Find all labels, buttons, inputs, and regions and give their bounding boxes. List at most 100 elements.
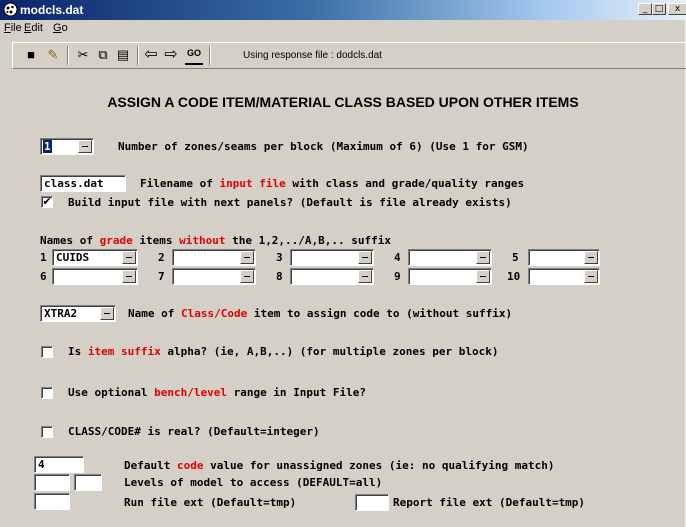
chevron-down-icon[interactable] [122,270,136,283]
default-code-label-pre: Default [124,459,177,472]
input-filename-label: Filename of input file with class and gr… [140,177,524,190]
grade-item-5-number: 5 [512,251,519,264]
grade-item-1-value: CUIDS [56,251,90,264]
page-heading: ASSIGN A CODE ITEM/MATERIAL CLASS BASED … [107,94,579,110]
toolbar: ■ ✎ ✂ ⧉ ▤ ⇦ ⇨ GO Using response file : d… [12,42,686,69]
grade-item-7-number: 7 [158,270,165,283]
chevron-down-icon[interactable] [476,251,490,264]
chevron-down-icon[interactable] [584,251,598,264]
class-item-label: Name of Class/Code item to assign code t… [128,307,512,320]
code-real-label: CLASS/CODE# is real? (Default=integer) [68,425,320,438]
chevron-down-icon[interactable] [476,270,490,283]
suffix-alpha-label-red: item suffix [87,345,161,358]
chevron-down-icon[interactable] [584,270,598,283]
chevron-down-icon[interactable] [78,140,92,153]
class-item-label-red: Class/Code [180,307,248,320]
minimize-icon: _ [642,4,648,14]
application-window: modcls.dat _ □ x File Edit Go ■ ✎ ✂ ⧉ ▤ … [0,0,686,527]
minimize-button[interactable]: _ [638,3,652,15]
grade-item-6-select[interactable] [52,268,138,285]
build-input-label: Build input file with next panels? (Defa… [68,196,512,209]
toolbar-separator [209,46,211,65]
input-filename-label-red: input file [219,177,286,190]
menu-file[interactable]: File [4,22,22,34]
bench-range-label-pre: Use optional [68,386,155,399]
code-real-checkbox[interactable] [41,426,53,438]
grade-items-label: Names of grade items without the 1,2,../… [40,234,391,247]
run-ext-field[interactable] [34,493,70,510]
menu-edit[interactable]: Edit [24,22,43,34]
title-bar[interactable]: modcls.dat _ □ x [0,0,686,20]
grade-item-8-number: 8 [276,270,283,283]
chevron-down-icon[interactable] [240,270,254,283]
cut-icon[interactable]: ✂ [75,47,91,63]
chevron-down-icon[interactable] [100,307,114,320]
run-ext-label: Run file ext (Default=tmp) [124,496,297,509]
chevron-down-icon[interactable] [358,251,372,264]
menu-file-label: ile [10,22,22,34]
bench-range-label-post: range in Input File? [226,386,367,399]
levels-label: Levels of model to access (DEFAULT=all) [124,476,383,489]
class-item-label-pre: Name of [128,307,181,320]
grade-item-7-select[interactable] [172,268,256,285]
chevron-down-icon[interactable] [358,270,372,283]
menu-bar: File Edit Go [0,20,686,38]
grade-item-10-select[interactable] [528,268,600,285]
suffix-alpha-checkbox[interactable] [41,346,53,358]
levels-from-field[interactable] [34,474,70,491]
input-filename-label-pre: Filename of [140,177,220,190]
default-code-field[interactable]: 4 [34,456,84,473]
input-filename-label-post: with class and grade/quality ranges [285,177,525,190]
grade-item-1-select[interactable]: CUIDS [52,249,138,266]
bench-range-checkbox[interactable] [41,387,53,399]
grade-item-2-number: 2 [158,251,165,264]
save-icon[interactable]: ■ [23,47,39,63]
close-icon: x [674,4,681,14]
report-ext-label: Report file ext (Default=tmp) [393,496,586,509]
menu-go-label: o [61,22,68,34]
window-title: modcls.dat [20,3,84,17]
levels-to-field[interactable] [74,474,102,491]
default-code-label-post: value for unassigned zones (ie: no quali… [203,459,555,472]
check-icon: ✔ [42,195,52,208]
go-icon[interactable]: GO [185,47,203,65]
grade-item-8-select[interactable] [290,268,374,285]
grade-item-3-number: 3 [276,251,283,264]
default-code-value: 4 [38,458,45,471]
grade-item-4-select[interactable] [408,249,492,266]
report-ext-field[interactable] [355,494,389,511]
chevron-down-icon[interactable] [240,251,254,264]
grade-item-9-select[interactable] [408,268,492,285]
default-code-label: Default code value for unassigned zones … [124,459,554,472]
grade-item-3-select[interactable] [290,249,374,266]
forward-arrow-icon[interactable]: ⇨ [163,47,179,63]
chevron-down-icon[interactable] [122,251,136,264]
input-filename-field[interactable]: class.dat [40,175,126,192]
grade-item-1-number: 1 [40,251,47,264]
open-icon[interactable]: ✎ [45,47,61,63]
close-button[interactable]: x [668,3,686,15]
suffix-alpha-label-post: alpha? (ie, A,B,..) (for multiple zones … [160,345,499,358]
class-item-label-post: item to assign code to (without suffix) [247,307,513,320]
back-arrow-icon[interactable]: ⇦ [143,47,159,63]
grade-item-2-select[interactable] [172,249,256,266]
menu-file-mnemonic: F [4,22,11,34]
zones-selected-text: 1 [43,140,52,153]
bench-range-label: Use optional bench/level range in Input … [68,386,366,399]
grade-label-p1: Names of [40,234,100,247]
grade-label-p3: the 1,2,../A,B,.. suffix [225,234,392,247]
build-input-checkbox[interactable]: ✔ [41,196,53,208]
class-item-select[interactable]: XTRA2 [40,305,116,322]
paste-icon[interactable]: ▤ [115,47,131,63]
grade-label-red1: grade [99,234,133,247]
class-item-value: XTRA2 [44,307,78,320]
zones-select[interactable]: 1 [40,138,94,155]
response-file-status: Using response file : dodcls.dat [243,50,382,61]
maximize-button[interactable]: □ [652,3,666,15]
menu-edit-label: dit [31,22,43,34]
app-icon [3,2,18,17]
grade-item-10-number: 10 [507,270,521,283]
grade-item-5-select[interactable] [528,249,600,266]
menu-go[interactable]: Go [53,22,68,34]
copy-icon[interactable]: ⧉ [95,47,111,63]
